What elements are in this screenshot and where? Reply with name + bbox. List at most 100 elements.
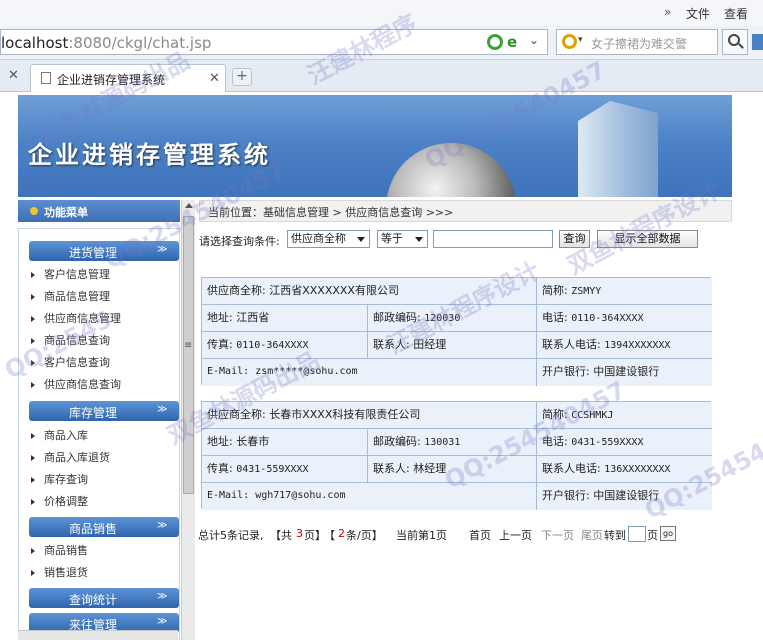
tab-active[interactable]: 企业进销存管理系统 ✕ [30,64,226,92]
search-engine-icon[interactable] [562,34,577,49]
menu-file[interactable]: 文件 [686,5,710,22]
field-label: 供应商全称: [207,408,266,421]
menu-view[interactable]: 查看 [724,5,748,22]
bullet-icon [31,499,35,505]
pager-per-open: 【 [324,529,335,542]
pager-per-count: 2 [338,527,345,540]
field-label: 联系人电话: [542,462,601,475]
field-value: 中国建设银行 [593,365,660,378]
sidebar-item-label: 商品入库 [44,429,88,442]
search-engine-dropdown-icon[interactable]: ▾ [578,35,583,45]
collapse-icon[interactable]: ≫ [157,244,167,255]
field-label: E-Mail: [207,490,250,501]
supplier-card-2: 供应商全称: 长春市XXXX科技有限责任公司 简称: CCSHMKJ 地址: 长… [201,401,712,510]
sidebar-section-stats[interactable]: 查询统计 ≫ [29,588,179,608]
browser-search-input[interactable]: ▾ 女子擦裙为难交警 [556,29,718,55]
sidebar-item-stock-in[interactable]: 商品入库 [31,427,88,443]
pager-prev[interactable]: 上一页 [499,527,532,543]
goto-page-input[interactable] [628,526,646,542]
sidebar-item-goods-manage[interactable]: 商品信息管理 [31,288,110,304]
sidebar-section-sales[interactable]: 商品销售 ≫ [29,517,179,537]
field-value: 0110-364XXXX [571,313,644,324]
building-image [578,101,658,197]
field-value: 130031 [424,437,461,448]
supplier-fax-cell: 传真: 0110-364XXXX [202,332,368,359]
field-value: 江西省 [236,311,270,324]
url-text[interactable]: localhost:8080/ckgl/chat.jsp [1,34,211,52]
pager-total: 总计5条记录, [198,529,264,542]
sidebar-item-sales-return[interactable]: 销售退货 [31,564,88,580]
close-tab-icon[interactable]: ✕ [8,68,19,83]
select-value: 等于 [381,232,403,245]
address-dropdown-icon[interactable]: ⌄ [529,33,539,47]
collapse-icon[interactable]: ≫ [157,404,167,415]
menu-overflow-icon[interactable]: » [664,5,671,19]
field-value: 林经理 [413,462,447,475]
search-placeholder: 女子擦裙为难交警 [591,37,688,51]
search-button[interactable] [722,29,748,55]
tab-title: 企业进销存管理系统 [57,73,166,87]
supplier-bank-cell: 开户银行: 中国建设银行 [537,483,712,510]
section-title: 进货管理 [68,246,117,260]
bullet-icon [31,338,35,344]
breadcrumb: 当前位置：基础信息管理 > 供应商信息查询 >>> [199,200,732,222]
bullet-icon [31,433,35,439]
app-title: 企业进销存管理系统 [28,140,271,169]
resize-grip-icon[interactable]: ≡ [184,340,192,351]
browser-menubar: » 文件 查看 [0,0,763,26]
sidebar-section-purchase[interactable]: 进货管理 ≫ [29,241,179,261]
collapse-icon[interactable]: ≫ [157,520,167,531]
breadcrumb-text: 当前位置：基础信息管理 > 供应商信息查询 >>> [208,206,454,219]
scroll-up-icon[interactable] [185,203,193,208]
sidebar-item-stock-return[interactable]: 商品入库退货 [31,449,110,465]
field-label: 联系人: [373,338,410,351]
collapse-icon[interactable]: ≫ [157,616,167,627]
section-title: 商品销售 [68,522,117,536]
go-button[interactable]: go [660,526,676,541]
sidebar-item-customer-query[interactable]: 客户信息查询 [31,354,110,370]
field-label: 邮政编码: [373,311,421,324]
app-banner: 企业进销存管理系统 [18,95,732,197]
query-operator-select[interactable]: 等于 [377,230,428,248]
query-value-input[interactable] [433,230,553,248]
sidebar-item-supplier-manage[interactable]: 供应商信息管理 [31,310,121,326]
close-icon[interactable]: ✕ [209,71,220,86]
collapse-icon[interactable]: ≫ [157,591,167,602]
compatibility-icon[interactable]: e [507,33,517,51]
pager-current: 当前第1页 [396,529,447,542]
address-bar[interactable]: localhost:8080/ckgl/chat.jsp e ⌄ [0,29,548,55]
supplier-addr-cell: 地址: 长春市 [202,429,368,456]
sidebar-item-label: 商品信息查询 [44,334,110,347]
field-label: 传真: [207,462,233,475]
supplier-addr-cell: 地址: 江西省 [202,305,368,332]
supplier-contact-cell: 联系人: 林经理 [368,456,537,483]
supplier-email-cell: E-Mail: zsm*****@sohu.com [202,359,537,386]
query-button[interactable]: 查询 [559,230,590,248]
sidebar-item-label: 供应商信息查询 [44,378,121,391]
sidebar-item-sales[interactable]: 商品销售 [31,542,88,558]
sidebar-item-supplier-query[interactable]: 供应商信息查询 [31,376,121,392]
address-row: localhost:8080/ckgl/chat.jsp e ⌄ ▾ 女子擦裙为… [0,26,763,60]
refresh-icon[interactable] [487,34,503,50]
menu-bullet-icon [30,207,38,215]
supplier-card-1: 供应商全称: 江西省XXXXXXX有限公司 简称: ZSMYY 地址: 江西省 … [201,277,712,386]
query-field-select[interactable]: 供应商全称 [287,230,370,248]
supplier-contact-phone-cell: 联系人电话: 136XXXXXXXX [537,456,712,483]
supplier-zip-cell: 邮政编码: 130031 [368,429,537,456]
field-value: 0431-559XXXX [236,464,309,475]
pager-first[interactable]: 首页 [469,527,491,543]
sidebar-scrollbar[interactable] [181,200,195,640]
sidebar-item-stock-query[interactable]: 库存查询 [31,471,88,487]
supplier-phone-cell: 电话: 0110-364XXXX [537,305,712,332]
sidebar-section-inventory[interactable]: 库存管理 ≫ [29,401,179,421]
select-value: 供应商全称 [291,232,346,245]
extension-icon[interactable] [752,34,763,50]
sidebar-item-customer-manage[interactable]: 客户信息管理 [31,266,110,282]
scrollbar-thumb[interactable] [183,216,194,494]
new-tab-button[interactable]: + [232,68,252,86]
sidebar-item-goods-query[interactable]: 商品信息查询 [31,332,110,348]
sidebar-item-price-adjust[interactable]: 价格调整 [31,493,88,509]
sidebar-hscrollbar[interactable] [18,630,178,640]
supplier-short-cell: 简称: ZSMYY [537,278,712,305]
show-all-button[interactable]: 显示全部数据 [597,230,698,248]
